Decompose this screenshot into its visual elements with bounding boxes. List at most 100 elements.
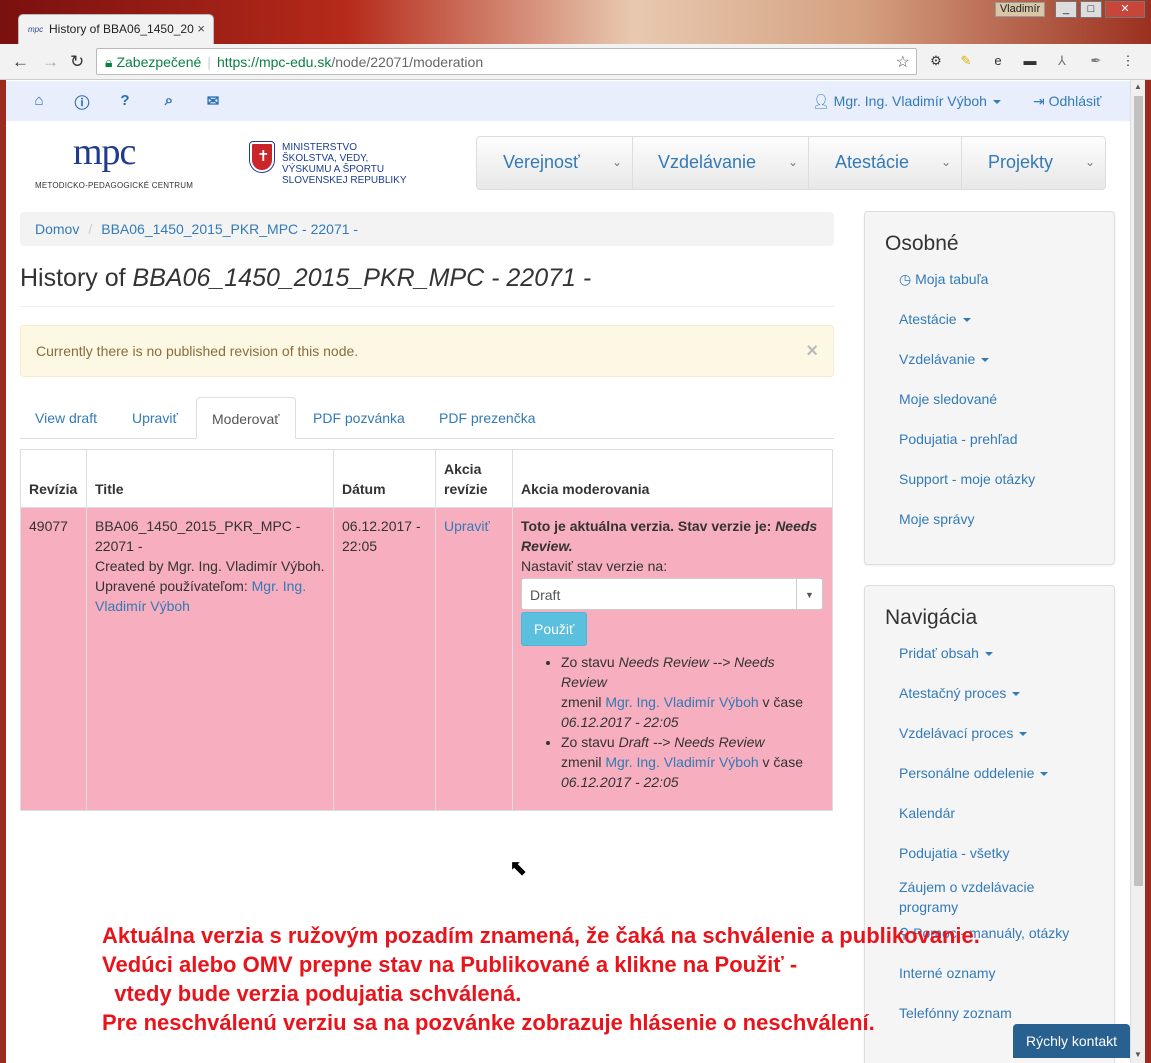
address-bar[interactable]: 🔒︎ Zabezpečené | https://mpc-edu.sk/node/22… [96,48,917,75]
home-icon[interactable]: ⌂ [30,92,48,110]
mouse-cursor-icon: ⬉ [509,855,528,880]
menu-icon[interactable]: ⋮ [1120,53,1136,69]
tab-view-draft[interactable]: View draft [20,397,112,439]
scrollbar-thumb[interactable] [1134,96,1143,886]
close-tab-icon[interactable]: × [197,21,205,36]
sidebar-item-vzdelavaci-proces[interactable]: Vzdelávací proces [899,725,1114,765]
annotation-line: Vedúci alebo OMV prepne stav na Publikov… [102,952,798,977]
warning-alert: Currently there is no published revision… [20,325,834,377]
nav-projekty[interactable]: Projekty ⌄ [962,137,1105,189]
breadcrumb-current[interactable]: BBA06_1450_2015_PKR_MPC - 22071 - [101,221,358,237]
sidebar-item-moja-tabula[interactable]: ◷ Moja tabuľa [899,271,1114,311]
caret-down-icon [1019,732,1028,737]
close-icon[interactable]: × [806,340,818,363]
breadcrumb-home[interactable]: Domov [35,221,79,237]
mail-icon[interactable]: ✉ [204,92,222,110]
scroll-up-icon[interactable]: ▲ [1134,82,1142,91]
history-time: 06.12.2017 - 22:05 [561,774,679,790]
revision-edit-link[interactable]: Upraviť [444,518,490,534]
revision-title-cell: BBA06_1450_2015_PKR_MPC - 22071 - Create… [86,507,334,811]
sidebar-item-label: Vzdelávanie [899,351,976,367]
logout-icon: ⇥ [1033,93,1049,109]
sidebar-item-label: Personálne oddelenie [899,765,1035,781]
window-profile[interactable]: Vladimír [995,2,1045,17]
sidebar-item-moje-sledovane[interactable]: Moje sledované [899,391,1114,431]
sidebar-item-moje-spravy[interactable]: Moje správy [899,511,1114,551]
tab-title: History of BBA06_1450_20 [49,22,194,36]
nav-vzdelavanie[interactable]: Vzdelávanie ⌄ [633,137,809,189]
history-user-link[interactable]: Mgr. Ing. Vladimír Výboh [605,694,758,710]
scroll-down-icon[interactable]: ▼ [1134,1050,1142,1059]
edited-by-label: Upravené používateľom: [95,578,252,594]
info-icon[interactable]: ⓘ [73,92,91,112]
logout-link[interactable]: ⇥ Odhlásiť [1033,93,1101,110]
dropdown-arrow-icon[interactable]: ▼ [796,579,822,609]
revisions-table: Revízia Title Dátum Akcia revízie Akcia … [20,449,833,811]
bar-icon[interactable]: ▬ [1022,53,1038,69]
window-frame-right [1145,80,1151,1063]
user-menu[interactable]: 👤︎ Mgr. Ing. Vladimír Výboh [812,93,1001,110]
gear-icon[interactable]: ⚙ [928,53,944,69]
tab-pdf-prezencka[interactable]: PDF prezenčka [424,397,550,439]
history-user-link[interactable]: Mgr. Ing. Vladimír Výboh [605,754,758,770]
sidebar-item-zaujem[interactable]: Záujem o vzdelávacie programy [899,877,1049,925]
nav-atestacie[interactable]: Atestácie ⌄ [809,137,962,189]
title-node: BBA06_1450_2015_PKR_MPC - 22071 - [132,264,592,292]
personal-panel: Osobné ◷ Moja tabuľa Atestácie Vzdelávan… [864,211,1115,565]
page-scrollbar[interactable]: ▲ ▼ [1130,80,1145,1063]
help-icon[interactable]: ? [116,92,134,110]
nav-verejnost[interactable]: Verejnosť ⌄ [477,137,633,189]
caret-down-icon [962,318,971,323]
url-path: /node/22071/moderation [331,54,484,70]
sidebar-item-kalendar[interactable]: Kalendár [899,805,1114,845]
minimize-button[interactable]: _ [1055,1,1077,18]
pen-icon[interactable]: ✎ [958,53,974,69]
history-changed-by: zmenil [561,694,606,710]
revision-action-cell: Upraviť [435,507,513,811]
column-header: Dátum [333,449,436,508]
tab-moderovat[interactable]: Moderovať [196,397,296,439]
close-window-button[interactable]: ✕ [1105,1,1145,18]
search-icon[interactable]: ⌕ [160,92,178,110]
ministry-line: VÝSKUMU A ŠPORTU [282,164,385,175]
sidebar-item-support[interactable]: Support - moje otázky [899,471,1114,511]
lock-icon: 🔒︎ [105,54,113,70]
bookmark-star-icon[interactable]: ☆ [896,52,910,72]
navigation-panel-title: Navigácia [885,606,978,629]
history-item: Zo stavu Needs Review --> Needs Reviewzm… [561,652,824,732]
tab-pdf-pozvanka[interactable]: PDF pozvánka [298,397,420,439]
forward-icon[interactable]: → [42,52,59,72]
history-from-label: Zo stavu [561,734,619,750]
page-title: History of BBA06_1450_2015_PKR_MPC - 220… [20,264,834,307]
sidebar-item-atestacie[interactable]: Atestácie [899,311,1114,351]
personal-menu: ◷ Moja tabuľa Atestácie Vzdelávanie Moje… [899,271,1114,551]
sidebar-item-personalne-oddelenie[interactable]: Personálne oddelenie [899,765,1114,805]
alert-text: Currently there is no published revision… [36,343,359,359]
mpc-logo[interactable]: mpc METODICKO-PEDAGOGICKÉ CENTRUM [35,131,205,195]
table-header-row: Revízia Title Dátum Akcia revízie Akcia … [20,449,833,508]
sidebar-item-label: Pridať obsah [899,645,979,661]
browser-tab[interactable]: mpc History of BBA06_1450_20 × [18,14,214,44]
e-icon[interactable]: e [990,53,1006,69]
sidebar-item-podujatia-prehlad[interactable]: Podujatia - prehľad [899,431,1114,471]
quick-contact-button[interactable]: Rýchly kontakt [1013,1024,1130,1058]
caret-down-icon [981,358,990,363]
ministry-logo[interactable]: MINISTERSTVO ŠKOLSTVA, VEDY, VÝSKUMU A Š… [250,142,420,197]
history-at: v čase [758,754,804,770]
maximize-button[interactable]: □ [1080,1,1102,18]
state-select[interactable]: Draft ▼ [521,578,823,610]
apply-button[interactable]: Použiť [521,612,588,646]
chevron-down-icon: ⌄ [1084,155,1095,169]
table-row: 49077 BBA06_1450_2015_PKR_MPC - 22071 - … [20,507,833,811]
pdf-icon[interactable]: ⅄ [1054,53,1070,69]
feather-icon[interactable]: ✒ [1088,53,1104,69]
sidebar-item-pridat-obsah[interactable]: Pridať obsah [899,645,1114,685]
sidebar-item-atestacny-proces[interactable]: Atestačný proces [899,685,1114,725]
history-item: Zo stavu Draft --> Needs Review zmenil Mg… [561,732,824,792]
reload-icon[interactable]: ↻ [70,52,84,72]
ministry-line: SLOVENSKEJ REPUBLIKY [282,175,407,186]
back-icon[interactable]: ← [12,52,29,72]
sidebar-item-vzdelavanie[interactable]: Vzdelávanie [899,351,1114,391]
browser-titlebar: mpc History of BBA06_1450_20 × Vladimír … [0,0,1151,44]
tab-upravit[interactable]: Upraviť [117,397,193,439]
